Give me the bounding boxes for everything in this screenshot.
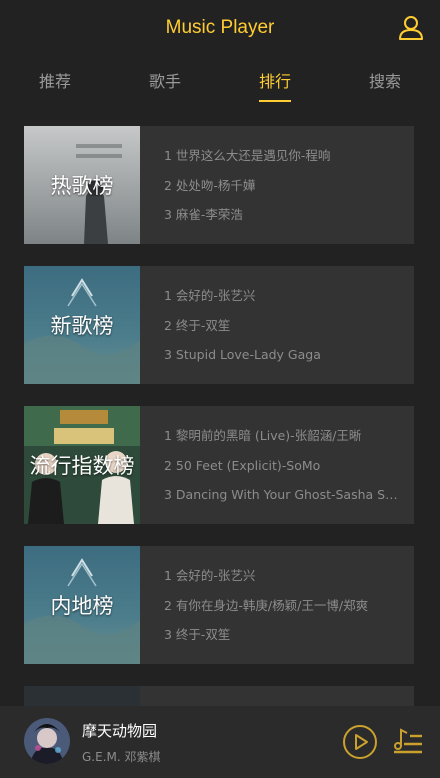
rank-cover: 流行指数榜 <box>24 406 140 524</box>
user-icon[interactable] <box>398 14 424 40</box>
rank-card[interactable]: 新歌榜 1 会好的-张艺兴 2 终于-双笙 3 Stupid Love-Lady… <box>24 266 414 384</box>
now-playing-title: 摩天动物园 <box>82 722 158 740</box>
song-item: 2 处处吻-杨千嬅 <box>164 177 256 193</box>
rank-song-list: 1 黎明前的黑暗 (Live)-张韶涵/王晰 2 50 Feet (Explic… <box>164 424 399 513</box>
tab-singer[interactable]: 歌手 <box>141 64 189 96</box>
song-item: 3 麻雀-李荣浩 <box>164 207 243 222</box>
play-icon[interactable] <box>342 724 378 760</box>
rank-name: 流行指数榜 <box>29 454 135 478</box>
rank-list: 热歌榜 1 世界这么大还是遇见你-程响 2 处处吻-杨千嬅 3 麻雀-李荣浩 新… <box>0 126 440 706</box>
song-item: 3 终于-双笙 <box>164 627 231 642</box>
rank-name: 新歌榜 <box>50 314 114 338</box>
rank-cover: 内地榜 <box>24 546 140 664</box>
rank-cover: 新歌榜 <box>24 266 140 384</box>
song-item: 1 会好的-张艺兴 <box>164 568 256 583</box>
song-item: 1 世界这么大还是遇见你-程响 <box>164 148 331 163</box>
song-item: 1 黎明前的黑暗 (Live)-张韶涵/王晰 <box>164 428 362 443</box>
rank-card[interactable]: 热歌榜 1 世界这么大还是遇见你-程响 2 处处吻-杨千嬅 3 麻雀-李荣浩 <box>24 126 414 244</box>
song-item: 2 有你在身边-韩庚/杨颖/王一博/郑爽 <box>164 597 369 613</box>
song-item: 3 Dancing With Your Ghost-Sasha Sloan <box>164 487 399 502</box>
tab-search[interactable]: 搜索 <box>361 64 409 96</box>
rank-name: 内地榜 <box>50 594 114 618</box>
mini-player[interactable]: 摩天动物园 G.E.M. 邓紫棋 <box>0 706 440 778</box>
playlist-icon[interactable] <box>390 724 426 760</box>
rank-song-list: 1 世界这么大还是遇见你-程响 2 处处吻-杨千嬅 3 麻雀-李荣浩 <box>164 144 399 233</box>
song-item: 3 Stupid Love-Lady Gaga <box>164 347 321 362</box>
album-avatar <box>24 718 70 764</box>
tab-rank[interactable]: 排行 <box>251 64 299 102</box>
song-item: 1 会好的-张艺兴 <box>164 288 256 303</box>
header: Music Player <box>0 0 440 56</box>
rank-song-list: 1 会好的-张艺兴 2 终于-双笙 3 Stupid Love-Lady Gag… <box>164 284 399 373</box>
rank-card[interactable]: 内地榜 1 会好的-张艺兴 2 有你在身边-韩庚/杨颖/王一博/郑爽 3 终于-… <box>24 546 414 664</box>
rank-cover <box>24 686 140 706</box>
rank-song-list: 1 会好的-张艺兴 2 有你在身边-韩庚/杨颖/王一博/郑爽 3 终于-双笙 <box>164 564 399 653</box>
tab-bar: 推荐 歌手 排行 搜索 <box>0 58 440 102</box>
song-item: 2 终于-双笙 <box>164 317 231 333</box>
app: Music Player 推荐 歌手 排行 搜索 热歌榜 1 世界这么大还是遇见… <box>0 0 440 778</box>
rank-name: 热歌榜 <box>50 174 114 198</box>
app-title: Music Player <box>165 17 275 38</box>
rank-cover: 热歌榜 <box>24 126 140 244</box>
tab-recommend[interactable]: 推荐 <box>31 64 79 96</box>
rank-card[interactable]: 流行指数榜 1 黎明前的黑暗 (Live)-张韶涵/王晰 2 50 Feet (… <box>24 406 414 524</box>
rank-card[interactable] <box>24 686 414 706</box>
now-playing-singer: G.E.M. 邓紫棋 <box>82 750 161 764</box>
song-item: 2 50 Feet (Explicit)-SoMo <box>164 457 321 473</box>
